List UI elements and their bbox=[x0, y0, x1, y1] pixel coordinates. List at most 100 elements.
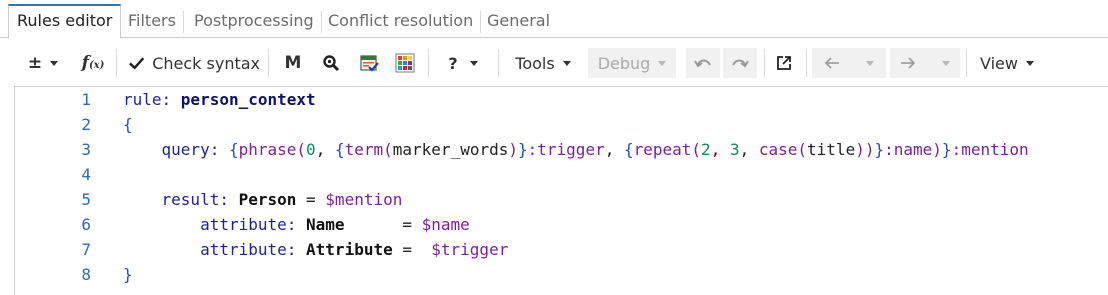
redo-icon bbox=[732, 59, 749, 68]
calendar-check-button[interactable] bbox=[356, 48, 382, 78]
chevron-down-icon bbox=[866, 60, 874, 66]
plus-minus-dropdown[interactable]: ± bbox=[20, 48, 66, 78]
tab-rules-editor[interactable]: Rules editor bbox=[8, 4, 122, 39]
help-label: ? bbox=[448, 53, 458, 73]
chevron-down-icon bbox=[562, 60, 571, 66]
code-token: $trigger bbox=[431, 240, 509, 259]
code-token: { bbox=[334, 140, 345, 159]
line-code: { bbox=[123, 112, 133, 137]
navigate-forward-dropdown[interactable] bbox=[890, 48, 960, 78]
m-button[interactable]: M bbox=[280, 48, 306, 78]
code-token: 2 bbox=[701, 140, 711, 159]
tab-conflict-resolution[interactable]: Conflict resolution bbox=[320, 6, 482, 38]
code-token: repeat( bbox=[633, 140, 702, 159]
toolbar-divider bbox=[116, 49, 117, 77]
check-syntax-label: Check syntax bbox=[152, 53, 260, 73]
code-line: 4 bbox=[15, 162, 1108, 187]
line-code: rule: person_context bbox=[123, 87, 316, 112]
code-line: 1 rule: person_context bbox=[15, 87, 1108, 112]
help-dropdown[interactable]: ? bbox=[440, 48, 486, 78]
navigate-back-dropdown[interactable] bbox=[812, 48, 886, 78]
code-token: $mention bbox=[325, 190, 403, 209]
line-code: } bbox=[123, 262, 133, 287]
chevron-down-icon bbox=[50, 60, 59, 66]
chevron-down-icon bbox=[942, 60, 950, 66]
code-token: , bbox=[604, 140, 624, 159]
color-grid-button[interactable] bbox=[392, 48, 418, 78]
code-token: attribute: bbox=[123, 215, 307, 234]
line-number: 1 bbox=[81, 90, 91, 109]
code-token: title bbox=[807, 140, 856, 159]
code-token: attribute: bbox=[123, 240, 307, 259]
arrow-right-icon bbox=[901, 57, 916, 69]
tools-label: Tools bbox=[515, 53, 555, 73]
undo-icon bbox=[694, 59, 711, 68]
code-token: ) bbox=[932, 140, 942, 159]
open-external-icon bbox=[777, 56, 791, 70]
code-token: 3 bbox=[729, 140, 740, 159]
code-token: 0 bbox=[306, 140, 316, 159]
code-token: Name bbox=[306, 215, 345, 234]
color-grid-icon bbox=[395, 53, 415, 73]
toolbar-divider bbox=[966, 49, 967, 77]
tools-dropdown[interactable]: Tools bbox=[508, 48, 578, 78]
redo-button[interactable] bbox=[723, 48, 757, 78]
toolbar-divider bbox=[498, 49, 499, 77]
code-token: phrase( bbox=[238, 140, 307, 159]
code-token: , bbox=[710, 140, 730, 159]
code-token: $name bbox=[421, 215, 470, 234]
tab-general[interactable]: General bbox=[479, 6, 558, 38]
code-token: } bbox=[518, 140, 528, 159]
line-number: 5 bbox=[81, 190, 91, 209]
plus-minus-icon: ± bbox=[27, 53, 43, 73]
toolbar: ± f(x) Check syntax M ? Tools Debug View bbox=[0, 38, 1108, 88]
debug-dropdown[interactable]: Debug bbox=[588, 48, 676, 78]
code-line: 7 attribute: Attribute = $trigger bbox=[15, 237, 1108, 262]
line-number: 6 bbox=[81, 215, 91, 234]
code-token: { bbox=[623, 140, 634, 159]
line-number: 4 bbox=[81, 165, 91, 184]
chevron-down-icon bbox=[469, 60, 478, 66]
line-code: attribute: Name = $name bbox=[123, 212, 470, 237]
insert-function-button[interactable]: f(x) bbox=[78, 48, 108, 78]
tab-postprocessing[interactable]: Postprocessing bbox=[186, 6, 322, 38]
code-token: person_context bbox=[180, 90, 316, 109]
line-code: result: Person = $mention bbox=[123, 187, 403, 212]
tab-filters[interactable]: Filters bbox=[120, 6, 184, 38]
line-number: 2 bbox=[81, 115, 91, 134]
arrow-left-icon bbox=[824, 57, 839, 69]
code-token: Attribute bbox=[306, 240, 393, 259]
code-token: :name bbox=[884, 140, 933, 159]
code-token: } bbox=[874, 140, 885, 159]
chevron-down-icon bbox=[658, 60, 667, 66]
code-token: ) bbox=[508, 140, 518, 159]
chevron-down-icon bbox=[1025, 60, 1034, 66]
line-number: 8 bbox=[81, 265, 91, 284]
code-token: { bbox=[228, 140, 239, 159]
toolbar-divider bbox=[428, 49, 429, 77]
undo-button[interactable] bbox=[686, 48, 720, 78]
code-token: , bbox=[315, 140, 335, 159]
toolbar-divider bbox=[806, 49, 807, 77]
toolbar-divider bbox=[268, 49, 269, 77]
code-token: query: bbox=[123, 140, 229, 159]
code-line: 5 result: Person = $mention bbox=[15, 187, 1108, 212]
check-syntax-button[interactable]: Check syntax bbox=[128, 48, 260, 78]
tab-bar: Rules editor Filters Postprocessing Conf… bbox=[0, 0, 1108, 39]
code-editor[interactable]: 1 rule: person_context 2{ 3 query: {phras… bbox=[14, 86, 1108, 295]
code-line: 8} bbox=[15, 262, 1108, 287]
code-token: rule: bbox=[123, 90, 181, 109]
code-token: = bbox=[344, 215, 422, 234]
magnify-button[interactable] bbox=[318, 48, 344, 78]
code-token: = bbox=[296, 190, 326, 209]
view-dropdown[interactable]: View bbox=[974, 48, 1040, 78]
debug-label: Debug bbox=[597, 53, 651, 73]
code-token: { bbox=[123, 115, 133, 134]
open-external-button[interactable] bbox=[770, 48, 798, 78]
check-icon bbox=[129, 57, 145, 70]
code-token: marker_words bbox=[392, 140, 509, 159]
code-token: )) bbox=[855, 140, 875, 159]
code-token: case( bbox=[758, 140, 808, 159]
view-label: View bbox=[980, 53, 1018, 73]
code-token: :mention bbox=[951, 140, 1029, 159]
